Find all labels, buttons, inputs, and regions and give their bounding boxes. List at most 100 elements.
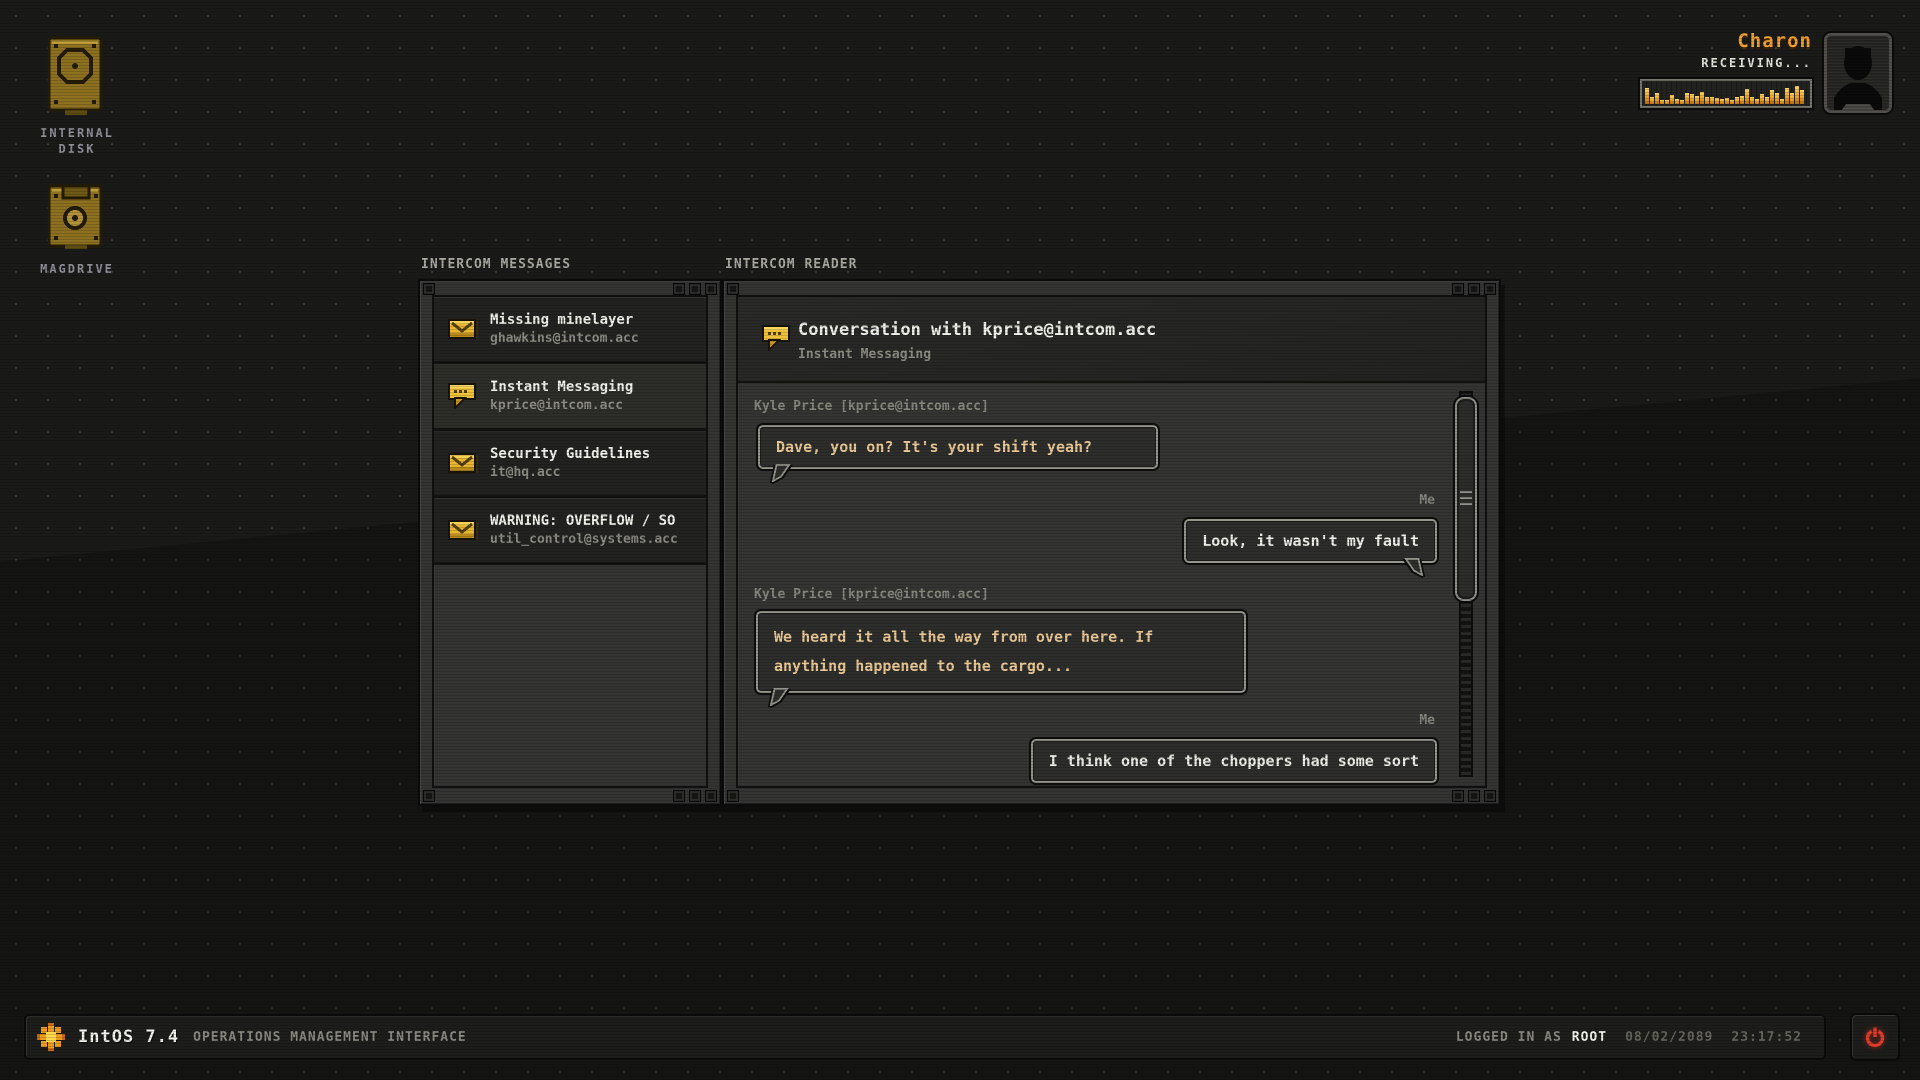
chat-scrollbar[interactable] xyxy=(1455,391,1477,777)
hard-disk-icon xyxy=(47,36,107,120)
conversation-header: Conversation with kprice@intcom.acc Inst… xyxy=(738,297,1485,383)
signal-meter-bar xyxy=(1655,93,1659,104)
signal-meter-bar xyxy=(1660,100,1664,104)
bubble-tail-icon xyxy=(1403,558,1425,576)
window-screw-icon xyxy=(705,790,717,802)
window-screw-icon xyxy=(689,283,701,295)
message-list-item[interactable]: WARNING: OVERFLOW / SO util_control@syste… xyxy=(434,498,706,565)
message-title: WARNING: OVERFLOW / SO xyxy=(490,513,678,529)
signal-meter-bar xyxy=(1730,100,1734,104)
system-date: 08/02/2089 xyxy=(1625,1030,1713,1045)
signal-meter-bar xyxy=(1740,96,1744,104)
chat-sender-label: Me xyxy=(1419,713,1435,728)
login-user: ROOT xyxy=(1572,1030,1607,1045)
chat-icon xyxy=(448,383,478,409)
message-address: it@hq.acc xyxy=(490,465,650,480)
message-list-item[interactable]: Security Guidelinesit@hq.acc xyxy=(434,431,706,498)
intos-logo-icon xyxy=(36,1022,66,1052)
window-screw-icon xyxy=(1452,790,1464,802)
reader-panel: Conversation with kprice@intcom.acc Inst… xyxy=(736,295,1487,788)
window-screw-icon xyxy=(423,283,435,295)
envelope-icon xyxy=(448,317,478,341)
window-title: INTERCOM READER xyxy=(725,257,857,272)
message-address: kprice@intcom.acc xyxy=(490,398,633,413)
chat-sender-label: Kyle Price [kprice@intcom.acc] xyxy=(754,587,989,602)
window-title: INTERCOM MESSAGES xyxy=(421,257,571,272)
signal-meter-bar xyxy=(1720,99,1724,104)
scrollbar-grip-icon xyxy=(1460,491,1472,505)
signal-meter-bar xyxy=(1725,98,1729,104)
person-silhouette-icon xyxy=(1827,36,1889,110)
message-address: ghawkins@intcom.acc xyxy=(490,331,639,346)
comms-panel: Charon RECEIVING... xyxy=(1640,30,1892,113)
signal-meter-bar xyxy=(1800,90,1804,104)
os-name: IntOS 7.4 xyxy=(78,1027,179,1047)
window-screw-icon xyxy=(727,790,739,802)
envelope-icon xyxy=(448,451,478,475)
scrollbar-thumb[interactable] xyxy=(1455,397,1477,601)
signal-meter-bar xyxy=(1745,89,1749,104)
magdrive-disk-icon xyxy=(47,182,107,256)
taskbar: IntOS 7.4 OPERATIONS MANAGEMENT INTERFAC… xyxy=(24,1014,1826,1060)
conversation-subtitle: Instant Messaging xyxy=(798,347,931,362)
signal-meter-bar xyxy=(1695,96,1699,104)
signal-meter-bar xyxy=(1760,94,1764,104)
message-title: Missing minelayer xyxy=(490,312,639,328)
window-screw-icon xyxy=(689,790,701,802)
message-title: Instant Messaging xyxy=(490,379,633,395)
chat-sender-label: Kyle Price [kprice@intcom.acc] xyxy=(754,399,989,414)
portrait-stand xyxy=(1841,104,1875,111)
login-status-label: LOGGED IN AS xyxy=(1456,1030,1562,1045)
signal-meter-bar xyxy=(1735,97,1739,104)
window-screw-icon xyxy=(423,790,435,802)
desktop-icon-label: INTERNAL DISK xyxy=(40,125,114,157)
signal-meter-bar xyxy=(1665,100,1669,104)
signal-meter-bar xyxy=(1650,97,1654,104)
chat-bubble: We heard it all the way from over here. … xyxy=(756,611,1246,693)
message-list-item[interactable]: Instant Messaging kprice@intcom.acc xyxy=(434,364,706,431)
conversation-title: Conversation with kprice@intcom.acc xyxy=(798,320,1156,340)
signal-meter-bar xyxy=(1710,97,1714,104)
message-list: Missing minelayer ghawkins@intcom.acc Inst… xyxy=(432,295,708,788)
power-button[interactable] xyxy=(1850,1013,1900,1061)
window-screw-icon xyxy=(1484,790,1496,802)
message-address: util_control@systems.acc xyxy=(490,532,678,547)
signal-meter xyxy=(1640,79,1812,108)
chat-sender-label: Me xyxy=(1419,493,1435,508)
window-screw-icon xyxy=(727,283,739,295)
bubble-tail-icon xyxy=(770,464,792,482)
signal-meter-bar xyxy=(1785,88,1789,104)
signal-meter-bar xyxy=(1775,93,1779,104)
system-time: 23:17:52 xyxy=(1731,1030,1802,1045)
comms-status: RECEIVING... xyxy=(1701,56,1812,70)
os-subtitle: OPERATIONS MANAGEMENT INTERFACE xyxy=(193,1030,467,1045)
signal-meter-bar xyxy=(1685,93,1689,104)
window-screw-icon xyxy=(673,790,685,802)
intercom-reader-window: INTERCOM READER Conversation xyxy=(722,279,1501,806)
signal-meter-bar xyxy=(1670,95,1674,104)
intercom-messages-window: INTERCOM MESSAGES Missing minelayerghawk… xyxy=(418,279,722,806)
window-screw-icon xyxy=(1452,283,1464,295)
window-screw-icon xyxy=(1468,790,1480,802)
signal-meter-bar xyxy=(1755,99,1759,104)
signal-meter-bar xyxy=(1790,93,1794,104)
window-screw-icon xyxy=(673,283,685,295)
desktop-icon-magdrive[interactable]: MAGDRIVE xyxy=(32,182,122,277)
chat-bubble: Dave, you on? It's your shift yeah? xyxy=(758,425,1158,469)
signal-meter-bar xyxy=(1750,97,1754,104)
desktop-icon-label: MAGDRIVE xyxy=(40,261,114,277)
chat-area: Kyle Price [kprice@intcom.acc] Dave, you… xyxy=(738,381,1485,786)
signal-meter-bar xyxy=(1795,86,1799,104)
desktop-icon-internal-disk[interactable]: INTERNAL DISK xyxy=(32,36,122,157)
message-list-item[interactable]: Missing minelayer ghawkins@intcom.acc xyxy=(434,297,706,364)
signal-meter-bar xyxy=(1690,94,1694,104)
chat-bubble: Look, it wasn't my fault xyxy=(1184,519,1437,563)
signal-meter-bar xyxy=(1680,100,1684,104)
caller-portrait xyxy=(1824,33,1892,113)
bubble-tail-icon xyxy=(768,688,790,706)
signal-meter-bar xyxy=(1765,97,1769,104)
signal-meter-bar xyxy=(1705,97,1709,104)
window-screw-icon xyxy=(1468,283,1480,295)
chat-bubble-icon xyxy=(762,325,792,355)
signal-meter-bar xyxy=(1675,99,1679,104)
